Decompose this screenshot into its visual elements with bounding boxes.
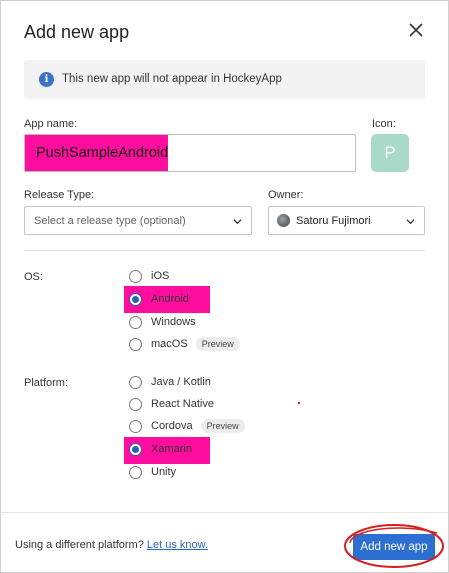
owner-avatar xyxy=(277,214,290,227)
section-divider xyxy=(24,250,425,251)
os-option-label: Windows xyxy=(151,316,196,328)
chevron-down-icon xyxy=(406,219,415,225)
info-icon: i xyxy=(39,72,54,87)
app-icon-tile[interactable]: P xyxy=(371,134,409,172)
platform-label: Platform: xyxy=(24,377,69,389)
radio-button[interactable] xyxy=(129,419,142,433)
os-option-label: macOS xyxy=(151,338,188,350)
release-type-placeholder: Select a release type (optional) xyxy=(34,215,186,227)
platform-option-react-native[interactable]: React Native xyxy=(129,395,214,413)
annotation-dot xyxy=(298,402,300,404)
platform-option-unity[interactable]: Unity xyxy=(129,463,176,481)
os-option-label: iOS xyxy=(151,270,170,282)
info-notice: i This new app will not appear in Hockey… xyxy=(24,60,425,99)
platform-option-xamarin[interactable]: Xamarin xyxy=(129,440,192,458)
radio-button[interactable] xyxy=(129,465,142,479)
preview-badge: Preview xyxy=(195,337,240,351)
platform-option-label: Java / Kotlin xyxy=(151,376,211,388)
radio-button-selected[interactable] xyxy=(129,292,142,306)
app-name-label: App name: xyxy=(24,118,78,130)
radio-button[interactable] xyxy=(129,269,142,283)
let-us-know-link[interactable]: Let us know. xyxy=(147,539,208,551)
radio-button[interactable] xyxy=(129,337,142,351)
radio-button[interactable] xyxy=(129,397,142,411)
platform-option-java-kotlin[interactable]: Java / Kotlin xyxy=(129,373,211,391)
os-option-windows[interactable]: Windows xyxy=(129,313,196,331)
platform-option-label: Cordova xyxy=(151,420,193,432)
footer-prompt-text: Using a different platform? xyxy=(15,539,144,551)
platform-option-label: Xamarin xyxy=(151,443,192,455)
app-name-value: PushSampleAndroid xyxy=(25,135,168,171)
footer-divider xyxy=(1,512,448,513)
os-option-macos[interactable]: macOS Preview xyxy=(129,335,240,353)
owner-value: Satoru Fujimori xyxy=(296,215,371,227)
chevron-down-icon xyxy=(233,219,242,225)
icon-label: Icon: xyxy=(372,118,396,130)
platform-option-label: React Native xyxy=(151,398,214,410)
owner-select[interactable]: Satoru Fujimori xyxy=(268,206,425,235)
release-type-label: Release Type: xyxy=(24,189,95,201)
radio-button-selected[interactable] xyxy=(129,442,142,456)
owner-label: Owner: xyxy=(268,189,304,201)
close-icon[interactable] xyxy=(405,19,427,41)
platform-option-label: Unity xyxy=(151,466,177,478)
platform-option-cordova[interactable]: Cordova Preview xyxy=(129,417,245,435)
os-option-label: Android xyxy=(151,293,189,305)
add-new-app-dialog: Add new app i This new app will not appe… xyxy=(0,0,449,573)
dialog-title: Add new app xyxy=(24,22,130,42)
os-option-android[interactable]: Android xyxy=(129,290,189,308)
notice-text: This new app will not appear in HockeyAp… xyxy=(62,73,282,85)
app-name-input[interactable]: PushSampleAndroid xyxy=(24,134,356,172)
radio-button[interactable] xyxy=(129,315,142,329)
footer-prompt: Using a different platform? Let us know. xyxy=(15,539,208,551)
preview-badge: Preview xyxy=(200,419,245,433)
radio-button[interactable] xyxy=(129,375,142,389)
release-type-select[interactable]: Select a release type (optional) xyxy=(24,206,252,235)
os-label: OS: xyxy=(24,271,43,283)
add-new-app-button[interactable]: Add new app xyxy=(353,534,435,560)
os-option-ios[interactable]: iOS xyxy=(129,267,169,285)
